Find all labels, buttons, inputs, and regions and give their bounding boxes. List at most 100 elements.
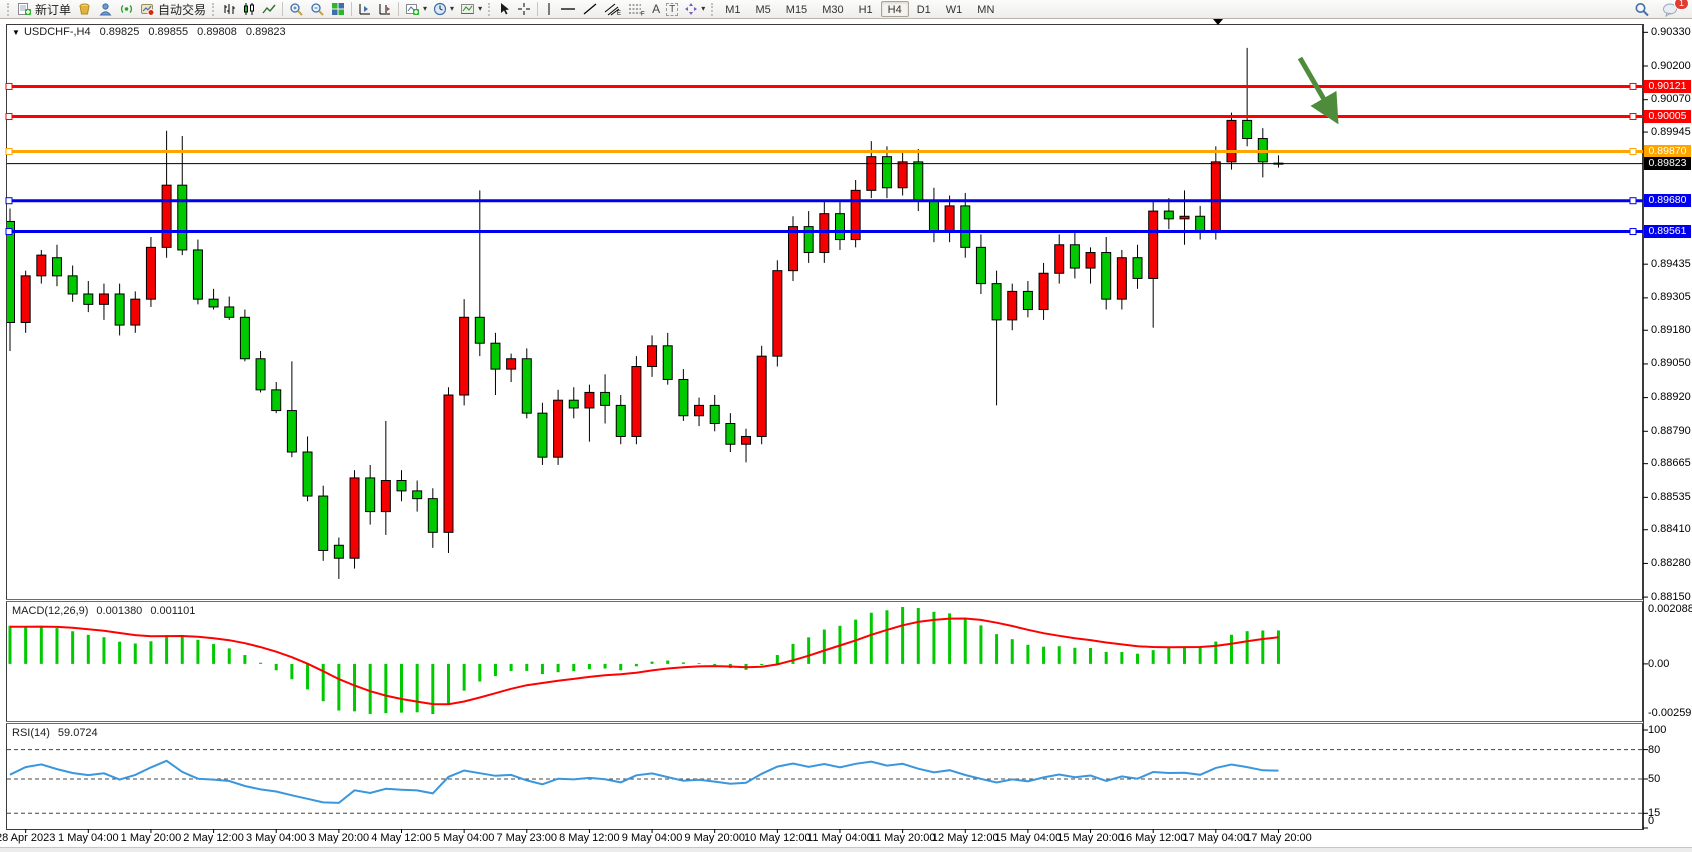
indicators-button[interactable]: ▾ <box>402 1 430 18</box>
rsi-axis-tick: 0 <box>1648 815 1654 827</box>
price-tick: 0.89945 <box>1651 126 1691 138</box>
toolbar-grip[interactable] <box>711 3 715 16</box>
time-axis-label: 28 Apr 2023 <box>0 832 55 844</box>
profile-button[interactable] <box>95 1 116 18</box>
timeframe-m5[interactable]: M5 <box>749 1 778 17</box>
time-axis-label: 11 May 20:00 <box>870 832 936 844</box>
macd-axis-tick: 0.002088 <box>1648 603 1692 615</box>
rsi-axis-tick: 50 <box>1648 773 1660 785</box>
templates-caret: ▾ <box>478 5 482 13</box>
candlestick-chart-button[interactable] <box>239 1 259 18</box>
channel-tool[interactable]: E <box>601 1 625 18</box>
price-tick: 0.89180 <box>1651 324 1691 336</box>
chat-button[interactable]: 1 <box>1659 1 1682 18</box>
price-tick: 0.89050 <box>1651 357 1691 369</box>
time-axis-label: 15 May 20:00 <box>1057 832 1124 844</box>
ohlc-high: 0.89855 <box>148 26 188 38</box>
price-tick: 0.88790 <box>1651 425 1691 437</box>
ohlc-open: 0.89825 <box>100 26 140 38</box>
cursor-icon <box>498 2 511 16</box>
zoom-out-button[interactable] <box>307 1 328 18</box>
label-tool-icon: T <box>666 3 678 16</box>
price-line-badge: 0.90121 <box>1644 80 1691 93</box>
time-axis-label: 1 May 04:00 <box>58 832 119 844</box>
person-icon <box>98 2 113 16</box>
bar-chart-button[interactable] <box>219 1 239 18</box>
zoom-in-icon <box>289 2 304 16</box>
new-order-button[interactable]: 新订单 <box>14 1 74 18</box>
ohlc-low: 0.89808 <box>197 26 237 38</box>
trendline-tool[interactable] <box>579 1 601 18</box>
toolbar-grip[interactable] <box>7 3 11 16</box>
crosshair-button[interactable] <box>514 1 534 18</box>
timeframe-d1[interactable]: D1 <box>910 1 938 17</box>
templates-button[interactable]: ▾ <box>457 1 485 18</box>
time-axis-label: 15 May 04:00 <box>995 832 1062 844</box>
price-tick: 0.88920 <box>1651 391 1691 403</box>
fibonacci-tool[interactable]: F <box>625 1 649 18</box>
horizontal-line-tool[interactable] <box>557 1 579 18</box>
symbol-dropdown-icon[interactable]: ▼ <box>12 28 20 37</box>
svg-text:F: F <box>641 12 645 17</box>
signal-button[interactable] <box>116 1 137 18</box>
timeframe-m15[interactable]: M15 <box>779 1 814 17</box>
bucket-icon <box>77 2 92 16</box>
price-tick: 0.88665 <box>1651 457 1691 469</box>
current-price-badge: 0.89823 <box>1644 157 1691 170</box>
price-line-badge: 0.89870 <box>1644 145 1691 158</box>
chart-window[interactable]: ▼ USDCHF-,H4 0.89825 0.89855 0.89808 0.8… <box>0 19 1692 852</box>
vertical-line-icon <box>544 2 554 16</box>
arrows-tool[interactable]: ▾ <box>681 1 708 18</box>
tile-windows-button[interactable] <box>328 1 348 18</box>
macd-label: MACD(12,26,9) 0.001380 0.001101 <box>12 605 195 617</box>
macd-pane-separator[interactable] <box>6 599 1643 602</box>
autotrading-button[interactable]: 自动交易 <box>137 1 209 18</box>
text-tool-icon: A <box>652 2 660 16</box>
indicators-caret: ▾ <box>423 5 427 13</box>
time-axis-label: 12 May 12:00 <box>932 832 999 844</box>
timeframe-mn[interactable]: MN <box>970 1 1001 17</box>
tile-windows-icon <box>331 2 345 16</box>
label-tool[interactable]: T <box>663 1 681 18</box>
price-tick: 0.89305 <box>1651 291 1691 303</box>
line-chart-icon <box>262 2 276 16</box>
fibonacci-icon: F <box>628 2 646 16</box>
toolbar-grip[interactable] <box>488 3 492 16</box>
rsi-pane-separator[interactable] <box>6 721 1643 724</box>
vertical-line-tool[interactable] <box>541 1 557 18</box>
timeframe-h1[interactable]: H1 <box>852 1 880 17</box>
trendline-icon <box>582 2 598 16</box>
indicators-icon <box>405 2 420 16</box>
main-toolbar: 新订单 自动交易 <box>0 0 1692 19</box>
auto-scroll-icon <box>358 2 372 16</box>
time-axis-label: 17 May 04:00 <box>1182 832 1249 844</box>
search-button[interactable] <box>1631 1 1653 18</box>
periods-button[interactable]: ▾ <box>430 1 457 18</box>
new-order-icon <box>17 2 32 16</box>
price-tick: 0.88280 <box>1651 557 1691 569</box>
price-tick: 0.88535 <box>1651 491 1691 503</box>
chart-header: ▼ USDCHF-,H4 0.89825 0.89855 0.89808 0.8… <box>12 26 286 38</box>
zoom-in-button[interactable] <box>286 1 307 18</box>
chart-shift-button[interactable] <box>375 1 395 18</box>
price-tick: 0.88150 <box>1651 591 1691 603</box>
time-axis-label: 4 May 12:00 <box>371 832 432 844</box>
line-chart-button[interactable] <box>259 1 279 18</box>
cursor-button[interactable] <box>495 1 514 18</box>
time-axis-label: 11 May 04:00 <box>807 832 873 844</box>
timeframe-m30[interactable]: M30 <box>815 1 850 17</box>
styles-button[interactable] <box>74 1 95 18</box>
toolbar-grip[interactable] <box>212 3 216 16</box>
time-axis-label: 16 May 12:00 <box>1120 832 1187 844</box>
window-bottom-edge <box>0 847 1692 852</box>
timeframe-h4[interactable]: H4 <box>881 1 909 17</box>
time-axis-label: 9 May 04:00 <box>622 832 683 844</box>
autotrading-label: 自动交易 <box>158 1 206 18</box>
auto-scroll-button[interactable] <box>355 1 375 18</box>
timeframe-m1[interactable]: M1 <box>718 1 747 17</box>
text-tool[interactable]: A <box>649 1 663 18</box>
macd-value-signal: 0.001101 <box>150 605 195 617</box>
periods-caret: ▾ <box>450 5 454 13</box>
timeframe-w1[interactable]: W1 <box>939 1 970 17</box>
price-tick: 0.90070 <box>1651 93 1691 105</box>
